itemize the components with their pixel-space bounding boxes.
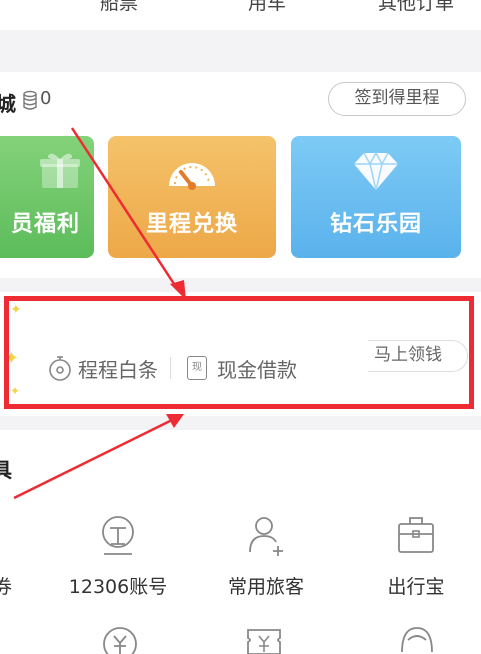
ticket-yuan-icon[interactable]	[244, 624, 284, 654]
speedometer-icon	[169, 163, 215, 190]
mileage-count: 0	[40, 88, 52, 109]
card-member-benefits[interactable]: 员福利	[0, 136, 94, 258]
tool-label: 12306账号	[68, 576, 168, 598]
tool-travel-wallet[interactable]: 出行宝	[356, 514, 476, 599]
gift-icon	[40, 153, 81, 188]
diamond-icon	[354, 151, 398, 191]
section-divider	[0, 278, 481, 292]
sign-in-button[interactable]: 签到得里程	[328, 82, 466, 116]
section-title: 具	[0, 458, 12, 482]
section-divider	[0, 30, 481, 72]
annotation-highlight-box	[4, 296, 474, 409]
card-label: 里程兑换	[145, 212, 238, 237]
card-label: 钻石乐园	[329, 212, 422, 237]
tab-car-rental[interactable]: 用车	[248, 0, 286, 15]
section-title: 城	[0, 92, 16, 116]
card-label: 员福利	[10, 212, 80, 237]
tool-label: 出行宝	[387, 576, 445, 598]
briefcase-icon	[398, 517, 434, 553]
train-account-icon	[102, 516, 134, 555]
card-diamond-park[interactable]: 钻石乐园	[291, 136, 461, 258]
tool-12306-account[interactable]: 12306账号	[58, 514, 178, 599]
tool-label: 券	[0, 576, 12, 598]
tool-label: 常用旅客	[227, 576, 304, 598]
customer-service-icon[interactable]	[396, 622, 438, 654]
coupon-icon	[0, 514, 20, 558]
section-divider	[0, 416, 481, 430]
tool-frequent-travelers[interactable]: 常用旅客	[206, 514, 326, 599]
mileage-section: 城 0 签到得里程 员福利 里程兑换 钻石乐园	[0, 72, 481, 278]
yuan-coin-icon[interactable]	[98, 622, 142, 654]
order-tabs: 船票 用车 其他订单	[0, 0, 481, 30]
add-person-icon	[249, 517, 283, 556]
tools-section: 具 券 12306账号 常用旅客 出行宝	[0, 430, 481, 654]
card-mileage-exchange[interactable]: 里程兑换	[108, 136, 276, 258]
tab-boat-ticket[interactable]: 船票	[100, 0, 138, 15]
tab-other-orders[interactable]: 其他订单	[378, 0, 454, 15]
tool-coupon[interactable]: 券	[0, 514, 20, 599]
coin-stack-icon	[23, 90, 37, 110]
